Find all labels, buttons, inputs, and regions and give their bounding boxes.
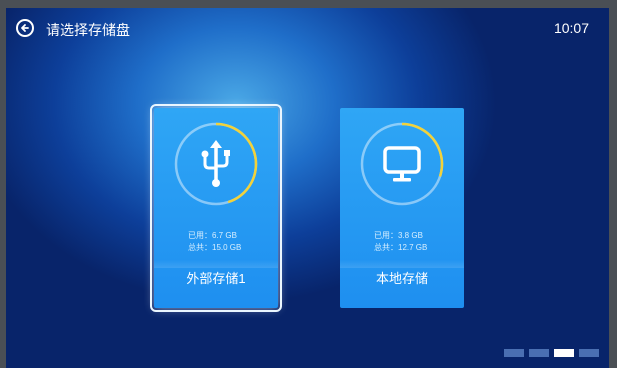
header: 请选择存储盘 10:07: [6, 8, 609, 48]
used-text: 已用：3.8 GB: [374, 231, 423, 240]
storage-select-screen: 请选择存储盘 10:07 已用：6.7 GB 总共：15.0 GB 外部存储1: [6, 8, 609, 368]
page-dot: [529, 349, 549, 357]
storage-name: 本地存储: [375, 271, 428, 286]
arrow-left-icon: [21, 24, 29, 32]
divider: [340, 260, 464, 268]
storage-card-local[interactable]: 已用：3.8 GB 总共：12.7 GB 本地存储: [340, 108, 464, 308]
page-title: 请选择存储盘: [46, 22, 130, 38]
usage-ring: [360, 122, 444, 206]
usb-icon: [201, 140, 230, 187]
usage-info: 已用：3.8 GB 总共：12.7 GB: [374, 230, 427, 254]
usage-ring: [174, 122, 258, 206]
divider: [154, 260, 278, 268]
monitor-icon: [383, 146, 421, 182]
used-text: 已用：6.7 GB: [188, 231, 237, 240]
total-text: 总共：12.7 GB: [374, 243, 428, 252]
page-dot: [579, 349, 599, 357]
total-text: 总共：15.0 GB: [188, 243, 242, 252]
page-dot: [504, 349, 524, 357]
clock: 10:07: [553, 20, 589, 36]
back-button[interactable]: [16, 19, 34, 37]
page-dot: [554, 349, 574, 357]
usage-info: 已用：6.7 GB 总共：15.0 GB: [188, 230, 241, 254]
storage-card-external[interactable]: 已用：6.7 GB 总共：15.0 GB 外部存储1: [150, 104, 282, 312]
storage-name: 外部存储1: [186, 271, 246, 286]
